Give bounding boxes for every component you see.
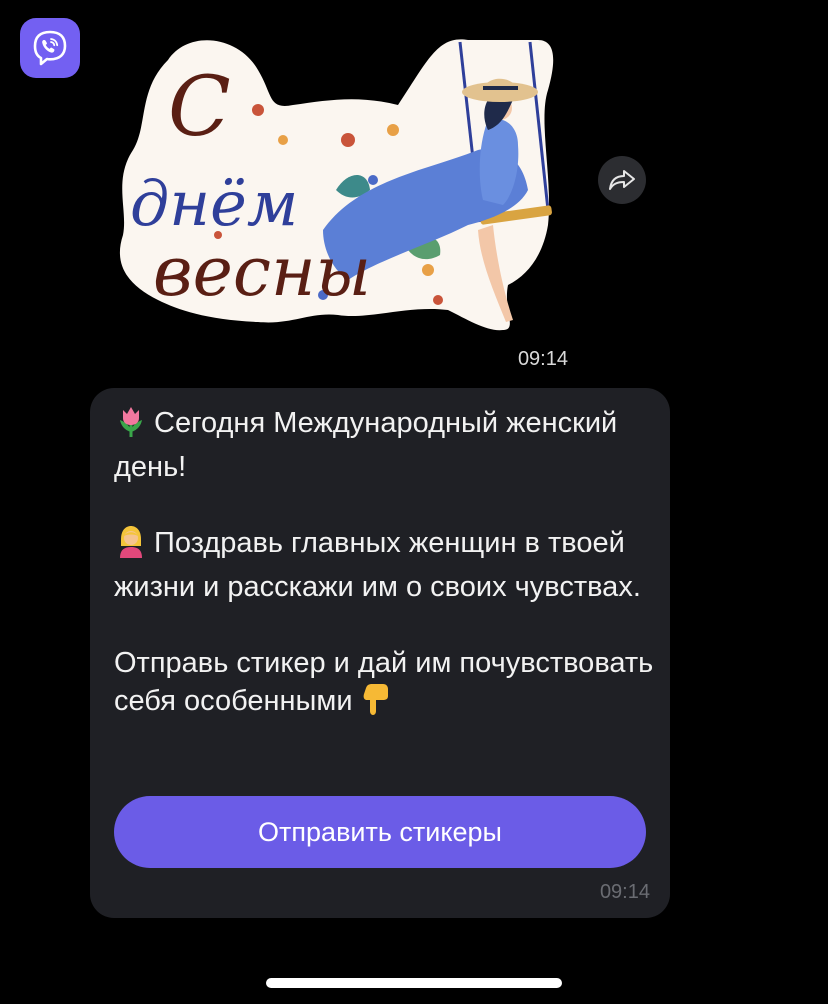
sticker-timestamp: 09:14 — [517, 348, 568, 370]
message-text: Сегодня Международный женский день! Позд… — [114, 404, 654, 726]
sticker-line2: днём — [130, 167, 298, 240]
pointing-down-icon — [361, 682, 391, 726]
message-paragraph-1: Сегодня Международный женский день! — [114, 404, 654, 486]
viber-avatar[interactable] — [20, 18, 80, 78]
person-tipping-hand-icon — [114, 524, 148, 568]
spring-day-sticker[interactable]: С днём весны — [108, 30, 568, 340]
forward-button[interactable] — [598, 156, 646, 204]
viber-icon — [33, 30, 67, 66]
sticker-line1: С — [168, 60, 231, 155]
forward-icon — [609, 170, 635, 190]
message-paragraph-1-text: Сегодня Международный женский день! — [114, 407, 618, 483]
send-stickers-button[interactable]: Отправить стикеры — [114, 796, 646, 868]
home-indicator[interactable] — [266, 978, 562, 988]
message-bubble: Сегодня Международный женский день! Позд… — [90, 388, 670, 918]
message-paragraph-3: Отправь стикер и дай им почувствовать се… — [114, 644, 654, 726]
tulip-icon — [114, 404, 148, 448]
sticker-line3: весны — [153, 233, 371, 312]
message-paragraph-2-text: Поздравь главных женщин в твоей жизни и … — [114, 527, 641, 603]
message-timestamp: 09:14 — [599, 881, 650, 903]
message-paragraph-2: Поздравь главных женщин в твоей жизни и … — [114, 524, 654, 606]
